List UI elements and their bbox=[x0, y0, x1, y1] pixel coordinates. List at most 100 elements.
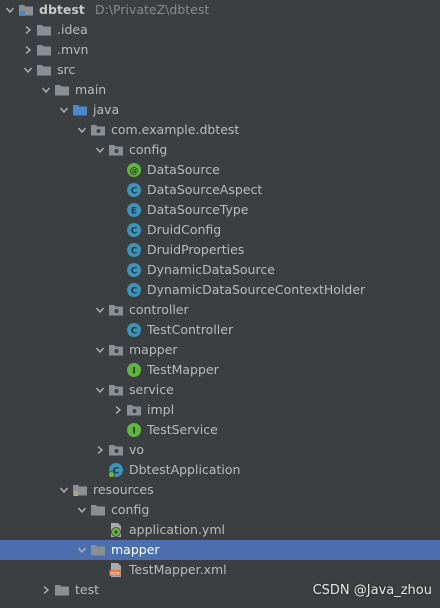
chevron-right-icon[interactable] bbox=[112, 400, 124, 420]
tree-item-label: .mvn bbox=[57, 42, 89, 57]
interface-icon: I bbox=[126, 360, 142, 380]
tree-item-mapper[interactable]: mapper bbox=[0, 340, 440, 360]
module-folder-icon bbox=[18, 0, 34, 20]
package-icon bbox=[108, 380, 124, 400]
tree-item-main[interactable]: main bbox=[0, 80, 440, 100]
chevron-down-icon[interactable] bbox=[76, 540, 88, 560]
tree-item-idea[interactable]: .idea bbox=[0, 20, 440, 40]
chevron-down-icon[interactable] bbox=[76, 500, 88, 520]
folder-icon bbox=[36, 40, 52, 60]
svg-text:C: C bbox=[131, 327, 138, 337]
tree-item-resources[interactable]: resources bbox=[0, 480, 440, 500]
svg-text:@: @ bbox=[130, 167, 139, 177]
svg-text:</>: </> bbox=[110, 571, 120, 577]
svg-text:I: I bbox=[132, 427, 135, 437]
tree-item-label: mapper bbox=[111, 542, 160, 557]
chevron-right-icon[interactable] bbox=[40, 580, 52, 600]
tree-item-config[interactable]: config bbox=[0, 500, 440, 520]
class-icon: C bbox=[126, 240, 142, 260]
svg-text:C: C bbox=[131, 247, 138, 257]
tree-item-datasourcetype[interactable]: E DataSourceType bbox=[0, 200, 440, 220]
tree-item-service[interactable]: service bbox=[0, 380, 440, 400]
tree-item-java[interactable]: java bbox=[0, 100, 440, 120]
chevron-down-icon[interactable] bbox=[22, 60, 34, 80]
tree-item-label: DynamicDataSource bbox=[147, 262, 275, 277]
chevron-right-icon[interactable] bbox=[22, 20, 34, 40]
tree-item-label: DruidConfig bbox=[147, 222, 222, 237]
chevron-right-icon[interactable] bbox=[94, 440, 106, 460]
tree-item-label: impl bbox=[147, 402, 175, 417]
tree-item-label: DataSourceType bbox=[147, 202, 249, 217]
tree-item-testservice[interactable]: I TestService bbox=[0, 420, 440, 440]
chevron-down-icon[interactable] bbox=[58, 100, 70, 120]
folder-icon bbox=[90, 500, 106, 520]
tree-item-dbtestapplication[interactable]: C DbtestApplication bbox=[0, 460, 440, 480]
class-icon: C bbox=[126, 220, 142, 240]
tree-item-label: src bbox=[57, 62, 76, 77]
chevron-down-icon[interactable] bbox=[94, 140, 106, 160]
folder-icon bbox=[36, 20, 52, 40]
tree-item-label: DynamicDataSourceContextHolder bbox=[147, 282, 366, 297]
tree-item-mapper[interactable]: mapper bbox=[0, 540, 440, 560]
svg-text:C: C bbox=[131, 227, 138, 237]
tree-item-impl[interactable]: impl bbox=[0, 400, 440, 420]
tree-item-label: resources bbox=[93, 482, 154, 497]
resources-folder-icon bbox=[72, 480, 88, 500]
tree-item-druidproperties[interactable]: C DruidProperties bbox=[0, 240, 440, 260]
tree-item-label: vo bbox=[129, 442, 145, 457]
tree-item-dbtest[interactable]: dbtest D:\PrivateZ\dbtest bbox=[0, 0, 440, 20]
tree-item-controller[interactable]: controller bbox=[0, 300, 440, 320]
tree-item-label: test bbox=[75, 582, 100, 597]
svg-text:C: C bbox=[131, 287, 138, 297]
tree-item-label: .idea bbox=[57, 22, 88, 37]
tree-item-label: DataSourceAspect bbox=[147, 182, 263, 197]
tree-item-config[interactable]: config bbox=[0, 140, 440, 160]
tree-item-vo[interactable]: vo bbox=[0, 440, 440, 460]
tree-item-mvn[interactable]: .mvn bbox=[0, 40, 440, 60]
tree-item-label: controller bbox=[129, 302, 189, 317]
chevron-right-icon[interactable] bbox=[22, 40, 34, 60]
tree-item-label: DbtestApplication bbox=[129, 462, 241, 477]
tree-item-com-example-dbtest[interactable]: com.example.dbtest bbox=[0, 120, 440, 140]
class-icon: C bbox=[126, 320, 142, 340]
tree-item-label: TestService bbox=[147, 422, 218, 437]
chevron-down-icon[interactable] bbox=[76, 120, 88, 140]
tree-item-label: java bbox=[93, 102, 120, 117]
folder-icon bbox=[54, 80, 70, 100]
chevron-down-icon[interactable] bbox=[58, 480, 70, 500]
annotation-icon: @ bbox=[126, 160, 142, 180]
folder-icon bbox=[36, 60, 52, 80]
tree-item-label: application.yml bbox=[129, 522, 225, 537]
package-icon bbox=[108, 340, 124, 360]
enum-icon: E bbox=[126, 200, 142, 220]
tree-item-label: main bbox=[75, 82, 107, 97]
tree-item-datasource[interactable]: @ DataSource bbox=[0, 160, 440, 180]
tree-item-testmapper[interactable]: I TestMapper bbox=[0, 360, 440, 380]
tree-item-dynamicdatasource[interactable]: C DynamicDataSource bbox=[0, 260, 440, 280]
interface-icon: I bbox=[126, 420, 142, 440]
class-icon: C bbox=[126, 260, 142, 280]
package-icon bbox=[90, 120, 106, 140]
tree-item-testmapper-xml[interactable]: </> TestMapper.xml bbox=[0, 560, 440, 580]
class-icon: C bbox=[126, 280, 142, 300]
chevron-down-icon[interactable] bbox=[94, 380, 106, 400]
tree-item-label: mapper bbox=[129, 342, 178, 357]
tree-item-application-yml[interactable]: application.yml bbox=[0, 520, 440, 540]
chevron-down-icon[interactable] bbox=[4, 0, 16, 20]
tree-item-src[interactable]: src bbox=[0, 60, 440, 80]
project-tree[interactable]: dbtest D:\PrivateZ\dbtest .idea .mvn src main… bbox=[0, 0, 440, 600]
tree-item-label: service bbox=[129, 382, 174, 397]
tree-item-label: TestMapper bbox=[147, 362, 219, 377]
chevron-down-icon[interactable] bbox=[94, 340, 106, 360]
tree-item-label: config bbox=[111, 502, 150, 517]
tree-item-druidconfig[interactable]: C DruidConfig bbox=[0, 220, 440, 240]
chevron-down-icon[interactable] bbox=[40, 80, 52, 100]
chevron-down-icon[interactable] bbox=[94, 300, 106, 320]
tree-item-label: config bbox=[129, 142, 168, 157]
tree-item-dynamicdatasourcecontextholder[interactable]: C DynamicDataSourceContextHolder bbox=[0, 280, 440, 300]
tree-item-datasourceaspect[interactable]: C DataSourceAspect bbox=[0, 180, 440, 200]
tree-item-label: com.example.dbtest bbox=[111, 122, 240, 137]
folder-icon bbox=[90, 540, 106, 560]
tree-item-label: DataSource bbox=[147, 162, 220, 177]
tree-item-testcontroller[interactable]: C TestController bbox=[0, 320, 440, 340]
